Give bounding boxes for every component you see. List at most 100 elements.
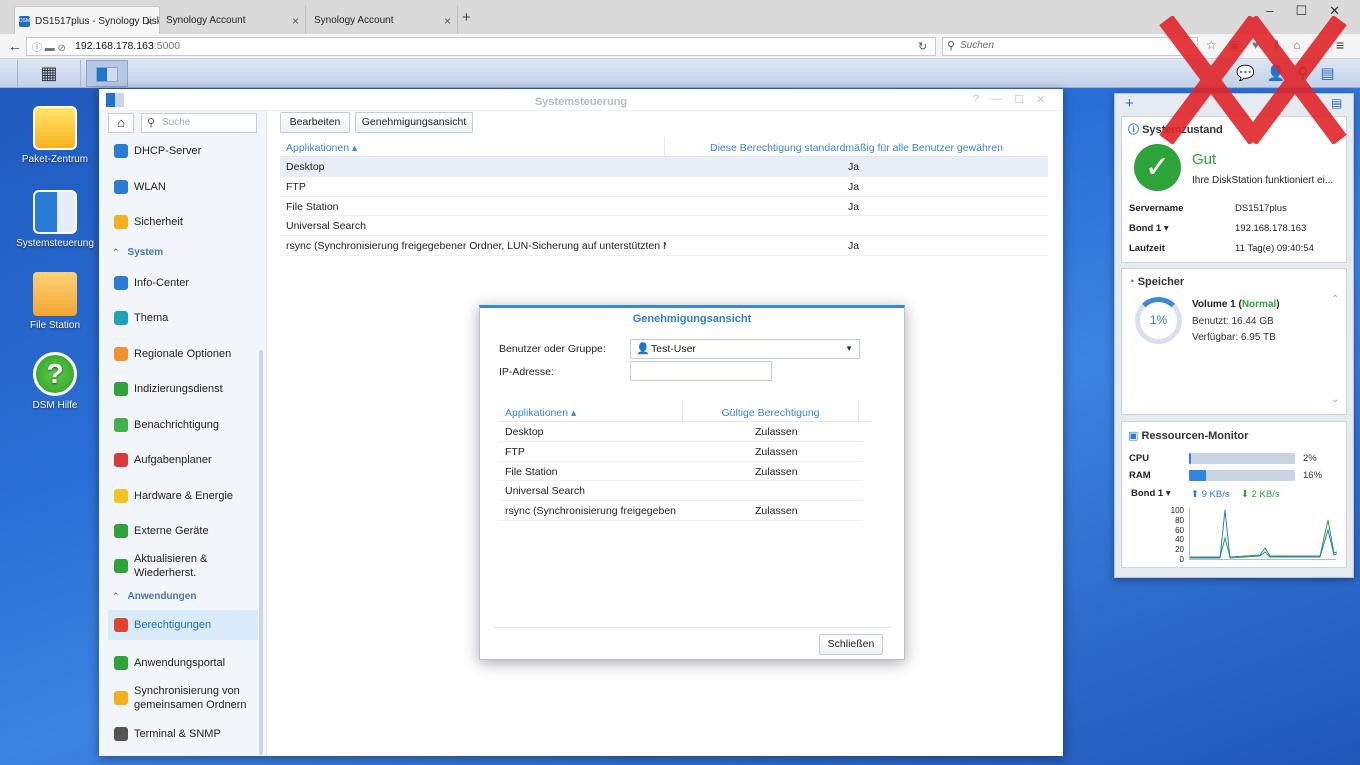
volume-label: Volume 1 (Normal) — [1192, 299, 1280, 310]
close-icon[interactable]: × — [444, 14, 451, 28]
sidebar-item[interactable]: Benachrichtigung — [108, 410, 258, 440]
sidebar-item[interactable]: Info-Center — [108, 268, 258, 298]
sidebar-item-label: Anwendungsportal — [134, 657, 226, 669]
cell-application: rsync (Synchronisierung freigegeben... — [505, 505, 677, 518]
sidebar-item[interactable]: DHCP-Server — [108, 136, 258, 166]
sidebar-item[interactable]: Sicherheit — [108, 207, 258, 237]
sidebar-item[interactable]: Synchronisierung von gemeinsamen Ordnern — [108, 681, 258, 715]
ip-address-input[interactable] — [630, 361, 772, 381]
new-tab-button[interactable]: + — [462, 9, 471, 26]
site-info-icon[interactable]: ⓘ ▬ ⊘ — [32, 39, 66, 54]
sidebar-item-icon — [114, 276, 128, 290]
sidebar-item[interactable]: WLAN — [108, 172, 258, 202]
desktop-icon-file-station[interactable]: File Station — [15, 272, 95, 332]
minimize-icon[interactable]: — — [991, 93, 1002, 106]
cell-application: File Station — [286, 200, 339, 213]
sidebar-item-icon — [114, 524, 128, 538]
sidebar-item[interactable]: Indizierungsdienst — [108, 374, 258, 404]
close-icon[interactable]: ✕ — [1036, 93, 1045, 106]
bond-dropdown[interactable]: Bond 1 ▾ — [1129, 223, 1169, 234]
table-row[interactable]: rsync (Synchronisierung freigegebener Or… — [280, 236, 1048, 256]
help-icon[interactable]: ? — [973, 93, 979, 106]
sidebar-item-label: Benachrichtigung — [134, 419, 220, 431]
sidebar-scrollbar[interactable] — [259, 350, 263, 755]
table-row[interactable]: Universal Search — [280, 216, 1048, 237]
sidebar-item[interactable]: Aufgabenplaner — [108, 445, 258, 475]
column-header-applications[interactable]: Applikationen ▴ — [505, 407, 576, 419]
add-widget-icon[interactable]: + — [1125, 95, 1134, 112]
bond-dropdown[interactable]: Bond 1 ▾ — [1131, 488, 1171, 499]
sidebar-section-system[interactable]: ⌃ System — [112, 247, 163, 258]
sidebar-item[interactable]: Hardware & Energie — [108, 481, 258, 511]
permissions-table: Applikationen ▴ Diese Berechtigung stand… — [280, 138, 1048, 256]
chevron-up-icon: ⌃ — [112, 247, 120, 257]
control-panel-icon — [96, 67, 118, 82]
browser-tab-account-1[interactable]: Synology Account × — [162, 6, 306, 34]
table-row[interactable]: File Station Ja — [280, 197, 1048, 217]
close-icon[interactable]: × — [146, 15, 153, 29]
widget-title-text: Speicher — [1137, 276, 1185, 288]
close-icon[interactable]: × — [292, 14, 299, 28]
dialog-divider — [493, 627, 890, 628]
sidebar-search-input[interactable]: ⚲ Suche — [141, 113, 257, 133]
table-row[interactable]: rsync (Synchronisierung freigegeben... Zu… — [499, 501, 863, 521]
table-row[interactable]: FTP Ja — [280, 177, 1048, 197]
upload-value: 9 KB/s — [1201, 489, 1230, 500]
ram-bar-fill — [1189, 470, 1206, 481]
maximize-icon[interactable]: ☐ — [1014, 93, 1024, 106]
close-button[interactable]: Schließen — [819, 634, 883, 655]
table-row[interactable]: Desktop Zulassen — [499, 422, 863, 442]
table-row[interactable]: FTP Zulassen — [499, 442, 863, 462]
sidebar-item[interactable]: Anwendungsportal — [108, 648, 258, 678]
cpu-bar — [1189, 453, 1295, 464]
desktop-icon-package-center[interactable]: Paket-Zentrum — [15, 106, 95, 166]
desktop-icon-control-panel[interactable]: Systemsteuerung — [15, 190, 95, 250]
desktop-icon-dsm-help[interactable]: ? DSM Hilfe — [15, 352, 95, 412]
chevron-down-icon: ▼ — [845, 344, 853, 353]
dsm-taskbar — [0, 59, 1360, 88]
sidebar-section-apps[interactable]: ⌃ Anwendungen — [112, 591, 196, 602]
table-row[interactable]: File Station Zulassen — [499, 462, 863, 482]
reload-icon[interactable]: ↻ — [918, 40, 927, 53]
control-panel-icon — [106, 93, 124, 107]
user-group-label: Benutzer oder Gruppe: — [499, 343, 606, 355]
taskbar-systemsteuerung[interactable] — [86, 60, 128, 87]
main-menu-grid-icon[interactable]: ▦ — [17, 60, 81, 87]
sidebar-item[interactable]: Aktualisieren & Wiederherst. — [108, 549, 258, 583]
table-row[interactable]: Desktop Ja — [280, 157, 1048, 177]
back-arrow-icon[interactable]: ← — [8, 38, 22, 54]
ram-value: 16% — [1303, 470, 1323, 481]
cell-application: rsync (Synchronisierung freigegebener Or… — [286, 240, 666, 253]
edit-button[interactable]: Bearbeiten — [280, 112, 350, 133]
status-message: Ihre DiskStation funktioniert ei... — [1192, 175, 1334, 186]
user-group-select[interactable]: 👤 Test-User ▼ — [630, 339, 860, 359]
widget-title: ▣ Ressourcen-Monitor — [1128, 429, 1248, 442]
chevron-down-icon[interactable]: ⌄ — [1331, 394, 1339, 405]
sidebar-item[interactable]: Berechtigungen — [108, 610, 258, 640]
home-button[interactable]: ⌂ — [108, 113, 134, 133]
browser-tab-dsm[interactable]: DSM DS1517plus - Synology Disk × — [14, 6, 160, 34]
volume-name: Volume 1 — [1192, 299, 1236, 310]
sidebar-item[interactable]: Thema — [108, 303, 258, 333]
sidebar-item-label: Synchronisierung von gemeinsamen Ordnern — [134, 685, 247, 711]
column-header-applications[interactable]: Applikationen ▴ — [286, 142, 357, 154]
field-key: Servername — [1129, 203, 1184, 214]
download-value: 2 KB/s — [1251, 489, 1280, 500]
column-header-default-permission[interactable]: Diese Berechtigung standardmäßig für all… — [664, 138, 1048, 157]
table-row[interactable]: Universal Search — [499, 481, 863, 502]
network-chart — [1189, 508, 1338, 560]
browser-tab-account-2[interactable]: Synology Account × — [310, 6, 458, 34]
sidebar-item-label: Regionale Optionen — [134, 348, 232, 360]
permission-view-button[interactable]: Genehmigungsansicht — [355, 112, 473, 133]
sidebar-item[interactable]: Regionale Optionen — [108, 339, 258, 369]
sidebar-item[interactable]: Externe Geräte — [108, 516, 258, 546]
tab-label: Synology Account — [166, 15, 246, 26]
url-bar[interactable]: 192.168.178.163:5000 — [26, 37, 936, 56]
chevron-up-icon[interactable]: ⌃ — [1331, 294, 1339, 305]
cell-application: FTP — [286, 180, 306, 193]
sidebar-item-label: Aktualisieren & Wiederherst. — [134, 553, 208, 579]
column-header-effective-permission[interactable]: Gültige Berechtigung — [682, 403, 859, 422]
sidebar-item[interactable]: Terminal & SNMP — [108, 719, 258, 749]
storage-donut-icon: ◔ — [1128, 276, 1135, 288]
chart-tick-label: 60 — [1175, 525, 1184, 535]
